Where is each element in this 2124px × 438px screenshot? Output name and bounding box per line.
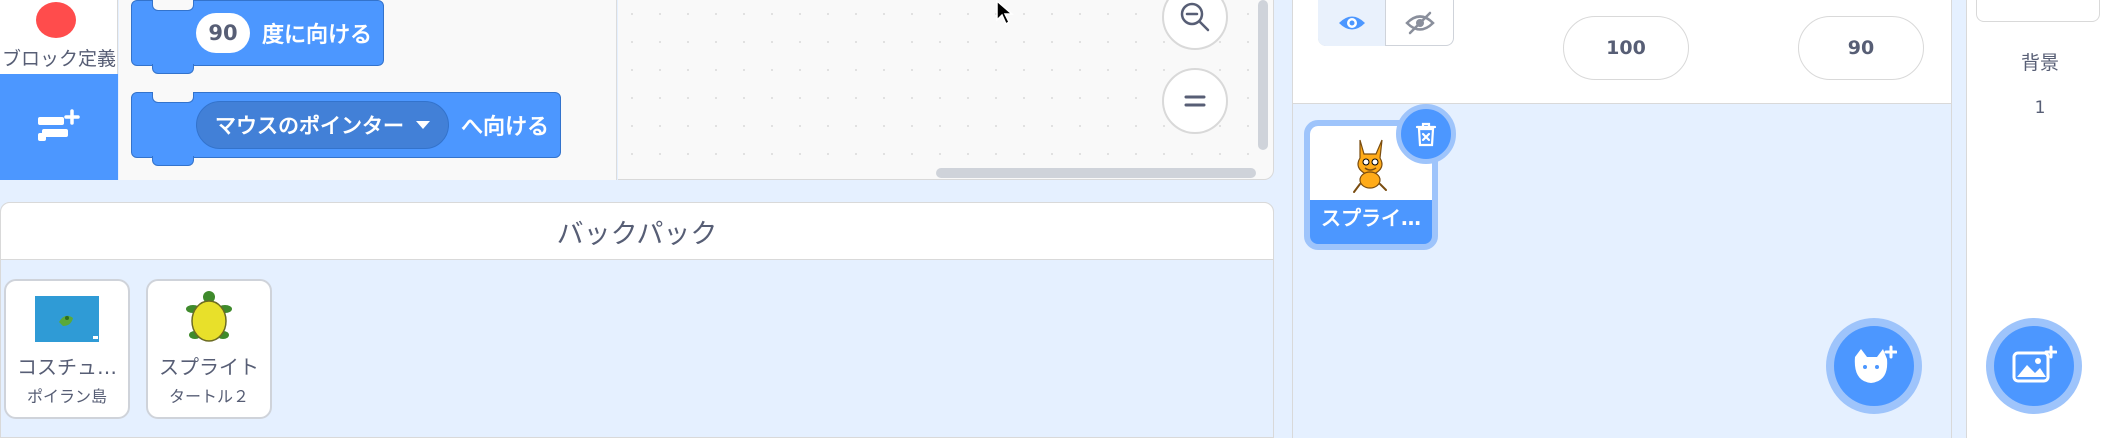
dropdown-value: マウスのポインター [215,114,404,138]
block-text: 度に向ける [262,23,373,48]
cat-add-icon [1854,345,1897,383]
mouse-cursor-icon [996,0,1016,32]
block-text: へ向ける [461,115,550,140]
equals-icon [1184,95,1206,107]
choose-sprite-button[interactable] [1826,318,1922,414]
trash-icon [1415,122,1437,147]
delete-sprite-button[interactable] [1396,104,1456,164]
backpack-item-title: スプライト [159,355,259,379]
add-extension-icon [38,109,80,141]
chevron-down-icon [416,121,430,129]
backpack-item-title: コスチュ… [17,355,117,379]
backdrop-count: 1 [2034,98,2046,118]
eye-icon [1338,16,1365,30]
horizontal-scrollbar[interactable] [936,168,1256,178]
pane-divider [1276,0,1292,438]
direction-value-input[interactable]: 90 [196,13,250,53]
backpack-header[interactable]: バックパック [0,202,1274,260]
zoom-out-icon [1180,2,1210,32]
eye-slash-icon [1405,11,1435,35]
my-blocks-category-dot[interactable] [36,2,76,38]
block-bump [152,156,194,166]
point-in-direction-block[interactable]: 90 度に向ける [131,0,384,74]
backdrop-label: 背景 [2020,52,2059,74]
backpack-item-subtitle: タートル２ [168,387,249,406]
block-bump [152,64,194,74]
backpack-item-sprite[interactable]: スプライト タートル２ [146,279,272,419]
costume-thumbnail [6,287,128,351]
show-sprite-button[interactable] [1318,0,1386,46]
backpack-item-subtitle: ポイラン島 [26,387,107,406]
vertical-scrollbar[interactable] [1258,0,1268,150]
sprite-name: スプライ… [1321,206,1421,230]
turtle-thumbnail [148,287,270,351]
zoom-reset-button[interactable] [1162,68,1228,134]
block-notch [152,92,194,103]
point-towards-dropdown[interactable]: マウスのポインター [196,101,449,149]
sprite-size-input[interactable]: 100 [1563,16,1689,80]
stage-thumbnail[interactable] [1976,0,2100,22]
image-add-icon [2012,345,2057,383]
hide-sprite-button[interactable] [1386,0,1454,46]
my-blocks-category-label[interactable]: ブロック定義 [0,44,118,71]
block-notch [152,0,194,11]
backpack-item-costume[interactable]: コスチュ… ポイラン島 [4,279,130,419]
add-extension-button[interactable] [0,74,118,180]
point-towards-block[interactable]: マウスのポインター へ向ける [131,92,561,166]
sprite-direction-input[interactable]: 90 [1798,16,1924,80]
choose-backdrop-button[interactable] [1986,318,2082,414]
